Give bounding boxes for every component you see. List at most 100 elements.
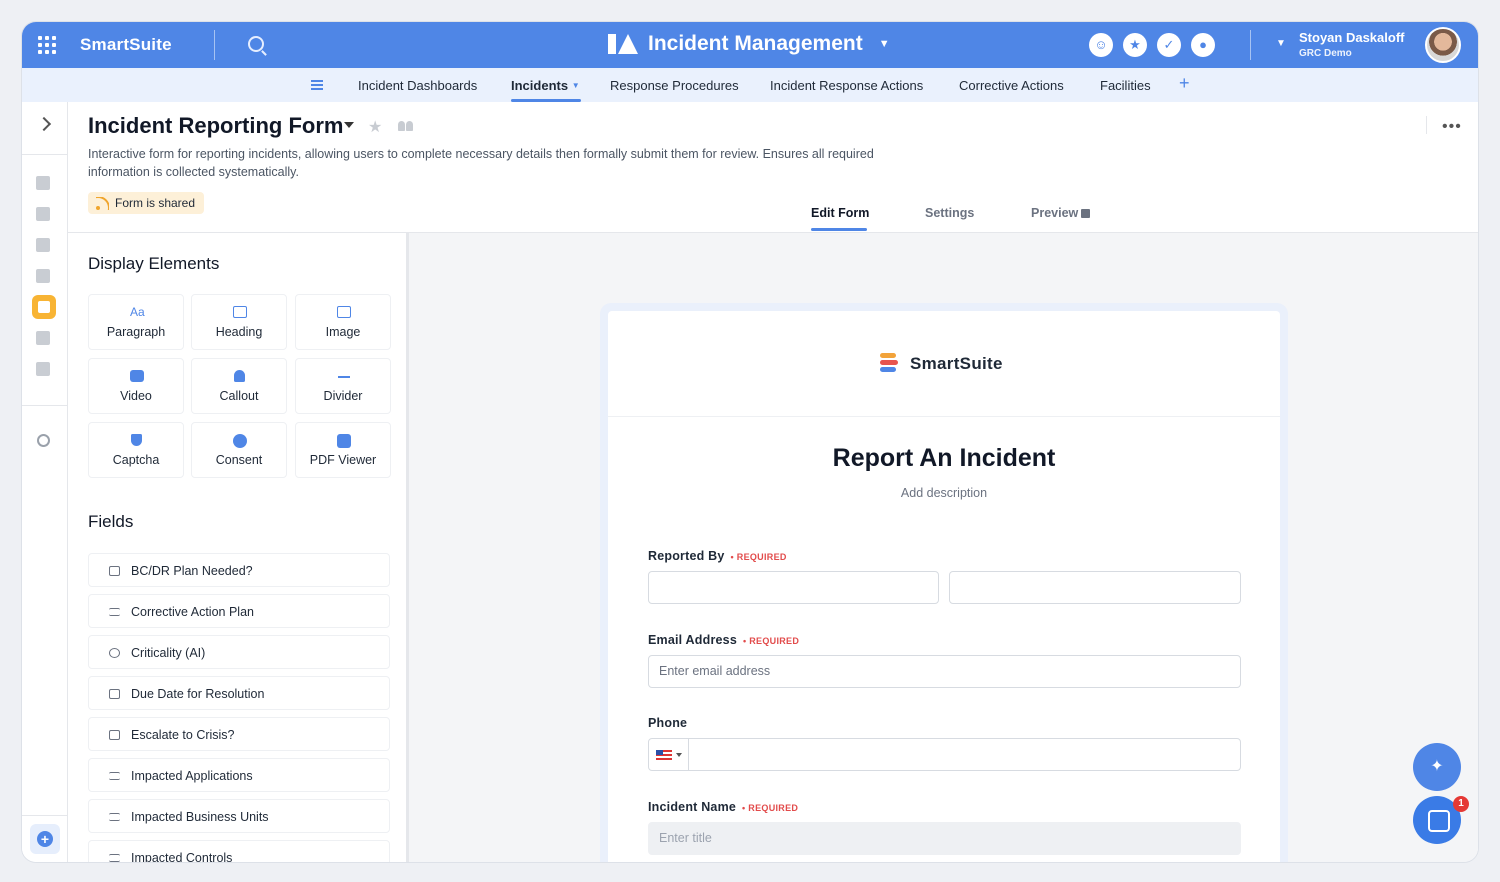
tab-incident-response-actions[interactable]: Incident Response Actions [770, 78, 923, 93]
tab-incidents[interactable]: Incidents ▼ [511, 78, 580, 93]
element-image[interactable]: Image [295, 294, 391, 350]
fields-title: Fields [88, 512, 134, 531]
shield-icon [131, 434, 142, 446]
field-label: Email Address [648, 633, 737, 647]
notifications-bell-icon[interactable]: ● [1191, 33, 1215, 57]
search-icon[interactable] [248, 36, 264, 52]
required-tag: • REQUIRED [742, 803, 799, 813]
ai-assistant-button[interactable]: ✦ [1413, 743, 1461, 791]
element-captcha[interactable]: Captcha [88, 422, 184, 478]
add-tab-icon[interactable]: + [1179, 73, 1190, 94]
add-view-button[interactable] [30, 824, 60, 854]
divider [22, 815, 68, 816]
field-item[interactable]: Impacted Controls [88, 840, 390, 862]
email-field[interactable]: Enter email address [648, 655, 1241, 688]
incident-name-label: Incident Name • REQUIRED [648, 800, 798, 814]
element-callout[interactable]: Callout [191, 358, 287, 414]
shared-badge[interactable]: Form is shared [88, 192, 205, 214]
field-item[interactable]: Criticality (AI) [88, 635, 390, 669]
divider [214, 30, 215, 60]
form-view-icon[interactable] [32, 295, 56, 319]
element-heading[interactable]: Heading [191, 294, 287, 350]
field-item[interactable]: Impacted Applications [88, 758, 390, 792]
active-tab-indicator [811, 228, 867, 231]
form-description: Interactive form for reporting incidents… [88, 147, 874, 179]
tab-incident-dashboards[interactable]: Incident Dashboards [358, 78, 477, 93]
tab-edit-form[interactable]: Edit Form [811, 206, 869, 220]
element-label: PDF Viewer [309, 453, 377, 467]
field-label: Criticality (AI) [131, 646, 206, 660]
chevron-right-icon[interactable] [36, 116, 52, 132]
heading-icon [233, 306, 247, 318]
user-name[interactable]: Stoyan Daskaloff [1299, 30, 1404, 45]
element-label: Callout [219, 389, 259, 403]
form-description-placeholder[interactable]: Add description [608, 486, 1280, 500]
tab-facilities[interactable]: Facilities [1100, 78, 1151, 93]
tab-corrective-actions[interactable]: Corrective Actions [959, 78, 1064, 93]
element-video[interactable]: Video [88, 358, 184, 414]
linked-record-icon [109, 772, 120, 780]
country-selector[interactable] [649, 739, 689, 770]
field-item[interactable]: Due Date for Resolution [88, 676, 390, 710]
solution-switcher[interactable]: Incident Management ▼ [608, 32, 890, 56]
page-title: Incident Reporting Form [88, 113, 344, 138]
brand-logo[interactable]: SmartSuite [80, 35, 172, 55]
solution-title: Incident Management [648, 32, 863, 55]
doc-view-icon[interactable] [36, 331, 50, 345]
field-item[interactable]: Impacted Business Units [88, 799, 390, 833]
form-title[interactable]: Report An Incident [608, 444, 1280, 473]
chevron-down-icon[interactable] [344, 122, 354, 128]
menu-icon[interactable] [311, 80, 323, 90]
form-logo-area[interactable]: SmartSuite [608, 311, 1280, 417]
field-item[interactable]: Corrective Action Plan [88, 594, 390, 628]
display-elements-title: Display Elements [88, 254, 220, 273]
first-name-field[interactable] [648, 571, 939, 604]
app-window: SmartSuite Incident Management ▼ ☺ ★ ✓ ●… [22, 22, 1478, 862]
favorites-star-icon[interactable]: ★ [1123, 33, 1147, 57]
user-circle-icon[interactable] [37, 434, 50, 447]
tab-response-procedures[interactable]: Response Procedures [610, 78, 739, 93]
incident-name-field[interactable]: Enter title [648, 822, 1241, 855]
kanban-view-icon[interactable] [36, 269, 50, 283]
element-label: Image [325, 325, 361, 339]
field-label: Impacted Business Units [131, 810, 269, 824]
grid-view-icon[interactable] [36, 176, 50, 190]
us-flag-icon [656, 750, 672, 760]
field-label: Impacted Applications [131, 769, 253, 783]
field-item[interactable]: Escalate to Crisis? [88, 717, 390, 751]
element-consent[interactable]: Consent [191, 422, 287, 478]
team-icon[interactable]: ☺ [1089, 33, 1113, 57]
phone-field[interactable] [648, 738, 1241, 771]
grid-view-icon[interactable] [36, 362, 50, 376]
tasks-check-icon[interactable]: ✓ [1157, 33, 1181, 57]
reported-by-label: Reported By • REQUIRED [648, 549, 787, 563]
form-preview-card: SmartSuite Report An Incident Add descri… [608, 311, 1280, 862]
people-icon[interactable] [398, 119, 414, 131]
field-label: BC/DR Plan Needed? [131, 564, 253, 578]
table-nav: Incident Dashboards Incidents ▼ Response… [22, 68, 1478, 102]
chevron-down-icon[interactable]: ▼ [1276, 38, 1286, 49]
smartsuite-logo-icon [880, 353, 898, 373]
chart-view-icon[interactable] [36, 207, 50, 221]
element-label: Heading [215, 325, 263, 339]
field-item[interactable]: BC/DR Plan Needed? [88, 553, 390, 587]
select-icon [109, 566, 120, 576]
element-pdf-viewer[interactable]: PDF Viewer [295, 422, 391, 478]
tab-preview[interactable]: Preview [1031, 206, 1091, 220]
last-name-field[interactable] [949, 571, 1241, 604]
star-icon[interactable]: ★ [368, 117, 382, 137]
required-tag: • REQUIRED [742, 636, 800, 646]
element-paragraph[interactable]: Aa Paragraph [88, 294, 184, 350]
avatar[interactable] [1425, 27, 1461, 63]
divider [1426, 116, 1427, 134]
solution-icon [608, 32, 638, 56]
element-label: Paragraph [106, 325, 166, 339]
element-divider[interactable]: Divider [295, 358, 391, 414]
more-options-icon[interactable]: ••• [1442, 118, 1462, 136]
tab-settings[interactable]: Settings [925, 206, 974, 220]
divider [1250, 30, 1251, 60]
element-label: Captcha [112, 453, 160, 467]
apps-grid-icon[interactable] [38, 36, 56, 54]
grid-view-icon[interactable] [36, 238, 50, 252]
external-link-icon [1081, 209, 1091, 218]
